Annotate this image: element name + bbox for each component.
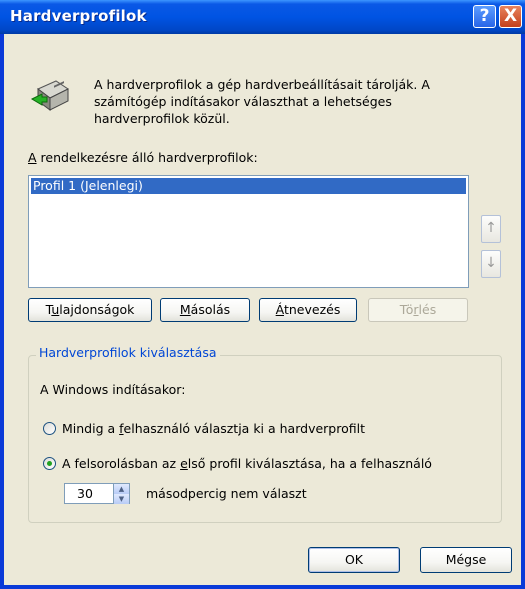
help-button[interactable]: ? — [473, 5, 496, 28]
move-up-button[interactable]: ↑ — [481, 215, 501, 243]
seconds-spinner[interactable]: ▲ ▼ — [114, 483, 130, 504]
rename-button[interactable]: Átnevezés — [259, 298, 357, 322]
close-button[interactable]: X — [499, 5, 522, 28]
seconds-suffix: másodpercig nem választ — [146, 486, 307, 501]
arrow-up-icon: ↑ — [485, 220, 497, 236]
move-down-button[interactable]: ↓ — [481, 250, 501, 278]
intro-line-3: hardverprofilok közül. — [94, 111, 230, 126]
hardware-profile-icon — [30, 80, 69, 111]
startup-label: A Windows indításakor: — [40, 382, 186, 397]
arrow-down-icon: ↓ — [485, 255, 497, 271]
radio-select-first-profile[interactable] — [43, 457, 56, 470]
intro-line-1: A hardverprofilok a gép hardverbeállítás… — [94, 77, 430, 92]
spin-up-icon[interactable]: ▲ — [114, 484, 129, 494]
profiles-label: A rendelkezésre álló hardverprofilok: — [28, 150, 258, 165]
ok-button[interactable]: OK — [308, 547, 400, 573]
seconds-input[interactable]: 30 — [64, 483, 114, 504]
option-always-user-choose[interactable]: Mindig a felhasználó választja ki a hard… — [62, 421, 365, 436]
window-title: Hardverprofilok — [10, 7, 147, 25]
list-item[interactable]: Profil 1 (Jelenlegi) — [31, 178, 466, 194]
properties-button[interactable]: Tulajdonságok — [28, 298, 152, 322]
group-title: Hardverprofilok kiválasztása — [36, 345, 220, 360]
cancel-button[interactable]: Mégse — [420, 547, 512, 573]
radio-always-user-choose[interactable] — [43, 422, 56, 435]
delete-button[interactable]: Törlés — [368, 298, 468, 322]
intro-line-2: számítógép indításakor választhat a lehe… — [94, 94, 392, 109]
title-bar[interactable]: Hardverprofilok ? X — [0, 0, 525, 34]
radio-selected-dot — [47, 461, 52, 466]
spin-down-icon[interactable]: ▼ — [114, 494, 129, 504]
option-select-first-profile[interactable]: A felsorolásban az első profil kiválaszt… — [62, 456, 432, 471]
profiles-list[interactable]: Profil 1 (Jelenlegi) — [28, 175, 469, 288]
copy-button[interactable]: Másolás — [160, 298, 250, 322]
